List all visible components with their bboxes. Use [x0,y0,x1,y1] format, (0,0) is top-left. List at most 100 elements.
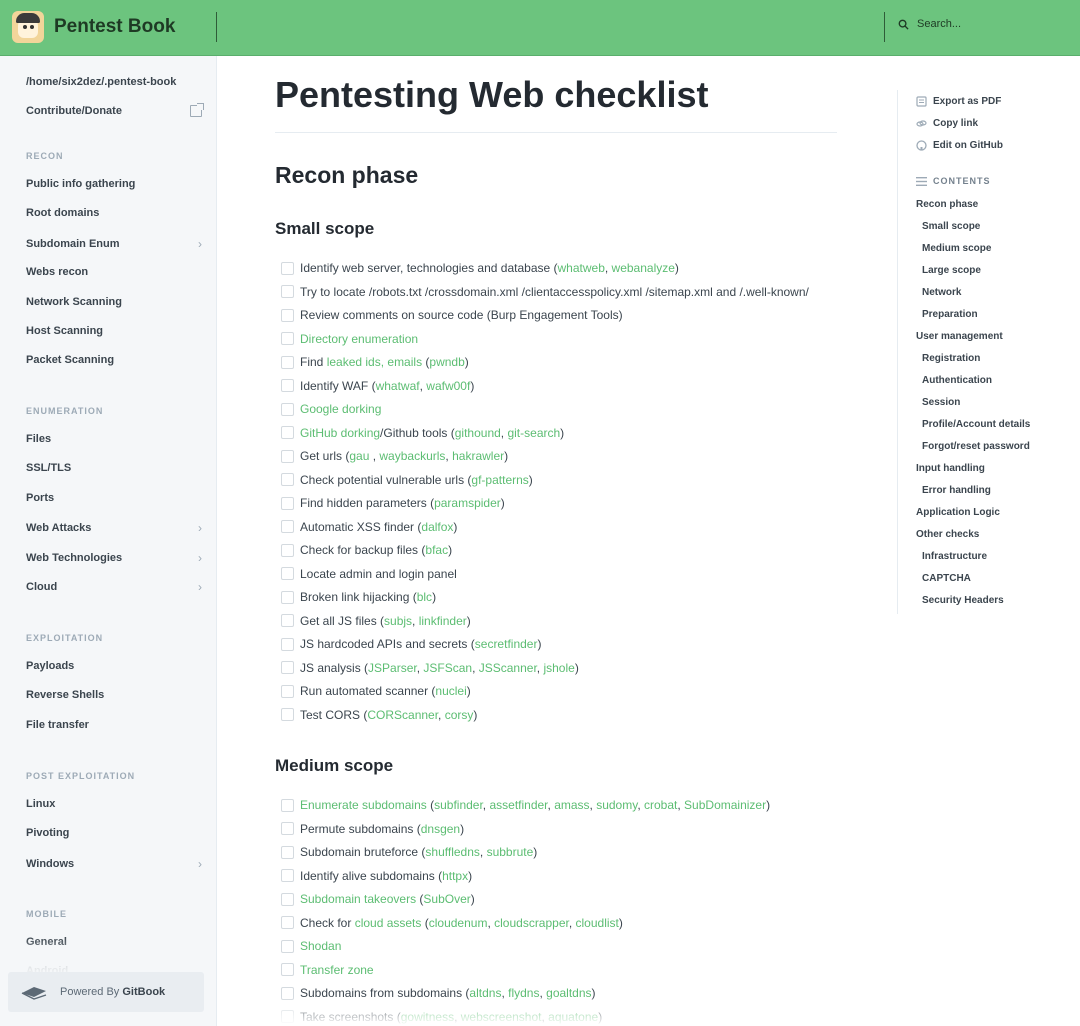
task-checkbox[interactable] [281,449,294,463]
sidebar-item-public-info-gathering[interactable]: Public info gathering [26,178,202,190]
tool-link[interactable]: gowitness [401,1010,454,1024]
task-checkbox[interactable] [281,939,294,953]
sidebar-item-pivoting[interactable]: Pivoting [26,827,202,839]
toc-item-application-logic[interactable]: Application Logic [916,507,1000,518]
task-checkbox[interactable] [281,892,294,906]
tool-link[interactable]: linkfinder [419,614,467,628]
tool-link[interactable]: blc [417,590,432,604]
tool-link[interactable]: git-search [507,426,560,440]
sidebar-item-file-transfer[interactable]: File transfer [26,719,202,731]
toc-item-session[interactable]: Session [922,397,960,408]
tool-link[interactable]: Subdomain takeovers [300,892,416,906]
chevron-right-icon[interactable]: › [198,551,202,565]
tool-link[interactable]: paramspider [434,496,501,510]
tool-link[interactable]: gau [349,449,369,463]
tool-link[interactable]: cloud assets [355,916,422,930]
export-as-pdf-button[interactable]: Export as PDF [916,96,1001,107]
edit-on-github-button[interactable]: Edit on GitHub [916,140,1003,151]
sidebar-item-files[interactable]: Files [26,433,202,445]
task-checkbox[interactable] [281,963,294,976]
sidebar-item-payloads[interactable]: Payloads [26,660,202,672]
task-checkbox[interactable] [281,567,294,580]
sidebar-item-host-scanning[interactable]: Host Scanning [26,325,202,337]
tool-link[interactable]: Enumerate subdomains [300,798,427,812]
sidebar-item-webs-recon[interactable]: Webs recon [26,266,202,278]
tool-link[interactable]: cloudenum [429,916,488,930]
tool-link[interactable]: subbrute [487,845,534,859]
sidebar-item-cloud[interactable]: Cloud › [26,580,202,594]
task-checkbox[interactable] [281,520,294,533]
toc-item-security-headers[interactable]: Security Headers [922,595,1004,606]
task-checkbox[interactable] [281,332,294,345]
tool-link[interactable]: corsy [445,708,474,722]
task-checkbox[interactable] [281,661,294,674]
task-checkbox[interactable] [281,496,294,510]
chevron-right-icon[interactable]: › [198,521,202,535]
tool-link[interactable]: sudomy [596,798,637,812]
sidebar-item-contribute[interactable]: Contribute/Donate [26,103,204,117]
tool-link[interactable]: CORScanner [367,708,438,722]
toc-item-large-scope[interactable]: Large scope [922,265,981,276]
tool-link[interactable]: dalfox [421,520,453,534]
copy-link-button[interactable]: Copy link [916,118,978,129]
sidebar-item-packet-scanning[interactable]: Packet Scanning [26,354,202,366]
tool-link[interactable]: bfac [425,543,448,557]
task-checkbox[interactable] [281,543,294,557]
task-checkbox[interactable] [281,426,294,439]
tool-link[interactable]: JSParser [368,661,417,675]
search-input[interactable]: Search... [898,18,961,30]
sidebar-item-linux[interactable]: Linux [26,798,202,810]
toc-item-input-handling[interactable]: Input handling [916,463,985,474]
tool-link[interactable]: leaked ids, emails [327,355,422,369]
tool-link[interactable]: Transfer zone [300,963,374,977]
task-checkbox[interactable] [281,590,294,604]
sidebar-item-windows[interactable]: Windows › [26,857,202,871]
brand-link[interactable]: Pentest Book [12,10,175,44]
sidebar-item-web-technologies[interactable]: Web Technologies › [26,551,202,565]
tool-link[interactable]: httpx [442,869,468,883]
toc-item-network[interactable]: Network [922,287,961,298]
sidebar-item-home[interactable]: /home/six2dez/.pentest-book [26,76,202,88]
sidebar-item-web-attacks[interactable]: Web Attacks › [26,521,202,535]
sidebar-item-root-domains[interactable]: Root domains [26,207,202,219]
tool-link[interactable]: subfinder [434,798,483,812]
sidebar-item-ports[interactable]: Ports [26,492,202,504]
tool-link[interactable]: goaltdns [546,986,591,1000]
toc-item-small-scope[interactable]: Small scope [922,221,980,232]
tool-link[interactable]: whatweb [558,261,605,275]
tool-link[interactable]: SubOver [423,892,470,906]
toc-item-medium-scope[interactable]: Medium scope [922,243,991,254]
tool-link[interactable]: nuclei [435,684,466,698]
tool-link[interactable]: JSScanner [479,661,537,675]
tool-link[interactable]: wafw00f [426,379,470,393]
task-checkbox[interactable] [281,355,294,369]
tool-link[interactable]: webanalyze [612,261,675,275]
tool-link[interactable]: altdns [469,986,501,1000]
tool-link[interactable]: GitHub dorking [300,426,380,440]
tool-link[interactable]: SubDomainizer [684,798,766,812]
toc-item-forgot-reset-password[interactable]: Forgot/reset password [922,441,1030,452]
task-checkbox[interactable] [281,986,294,1000]
tool-link[interactable]: githound [455,426,501,440]
task-checkbox[interactable] [281,845,294,859]
task-checkbox[interactable] [281,473,294,486]
tool-link[interactable]: waybackurls [379,449,445,463]
tool-link[interactable]: amass [554,798,589,812]
toc-item-error-handling[interactable]: Error handling [922,485,991,496]
tool-link[interactable]: pwndb [429,355,464,369]
toc-item-profile-account-details[interactable]: Profile/Account details [922,419,1030,430]
tool-link[interactable]: cloudlist [576,916,619,930]
tool-link[interactable]: assetfinder [489,798,547,812]
sidebar-item-ssl-tls[interactable]: SSL/TLS [26,462,202,474]
powered-by-gitbook[interactable]: Powered By GitBook [8,972,204,1012]
tool-link[interactable]: Shodan [300,939,341,953]
chevron-right-icon[interactable]: › [198,237,202,251]
toc-item-captcha[interactable]: CAPTCHA [922,573,971,584]
toc-item-other-checks[interactable]: Other checks [916,529,979,540]
toc-item-user-management[interactable]: User management [916,331,1003,342]
chevron-right-icon[interactable]: › [198,857,202,871]
task-checkbox[interactable] [281,1010,294,1023]
tool-link[interactable]: cloudscrapper [494,916,569,930]
task-checkbox[interactable] [281,822,294,835]
task-checkbox[interactable] [281,285,294,298]
